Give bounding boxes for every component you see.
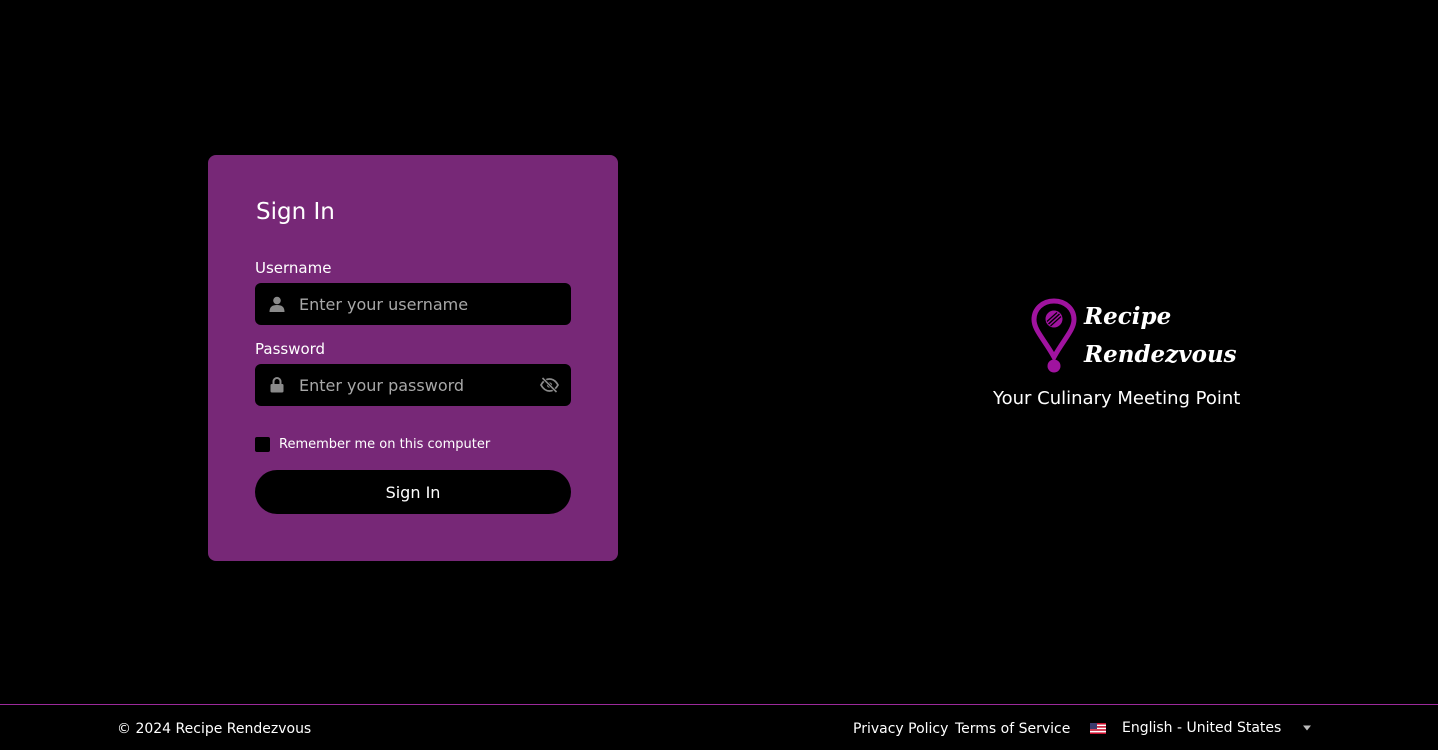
brand-name: Recipe Rendezvous — [1084, 298, 1237, 374]
login-page: Sign In Username Password — [0, 0, 1438, 750]
map-pin-icon — [1031, 298, 1077, 373]
footer: © 2024 Recipe Rendezvous Privacy Policy … — [0, 704, 1438, 750]
password-field[interactable] — [255, 364, 571, 406]
brand-tagline: Your Culinary Meeting Point — [993, 388, 1241, 409]
brand-name-line2: Rendezvous — [1084, 341, 1237, 368]
user-icon — [255, 283, 299, 325]
us-flag-icon — [1090, 722, 1106, 734]
sign-in-button[interactable]: Sign In — [255, 470, 571, 514]
remember-me-row: Remember me on this computer — [255, 437, 490, 452]
terms-of-service-link[interactable]: Terms of Service — [955, 721, 1070, 737]
language-label: English - United States — [1122, 720, 1282, 736]
remember-me-checkbox[interactable] — [255, 437, 270, 452]
password-input[interactable] — [299, 364, 527, 406]
username-input[interactable] — [299, 283, 571, 325]
language-selector[interactable]: English - United States — [1090, 717, 1316, 739]
eye-slash-icon[interactable] — [527, 364, 571, 406]
chevron-down-icon — [1303, 725, 1311, 731]
lock-icon — [255, 364, 299, 406]
sign-in-title: Sign In — [256, 199, 335, 225]
privacy-policy-link[interactable]: Privacy Policy — [853, 721, 948, 737]
brand-block: Recipe Rendezvous — [1030, 297, 1237, 375]
copyright-text: © 2024 Recipe Rendezvous — [117, 721, 312, 737]
remember-me-label[interactable]: Remember me on this computer — [279, 437, 490, 452]
username-label: Username — [255, 259, 332, 277]
username-field[interactable] — [255, 283, 571, 325]
password-label: Password — [255, 340, 326, 358]
brand-name-line1: Recipe — [1084, 303, 1172, 330]
sign-in-card: Sign In Username Password — [208, 155, 618, 561]
